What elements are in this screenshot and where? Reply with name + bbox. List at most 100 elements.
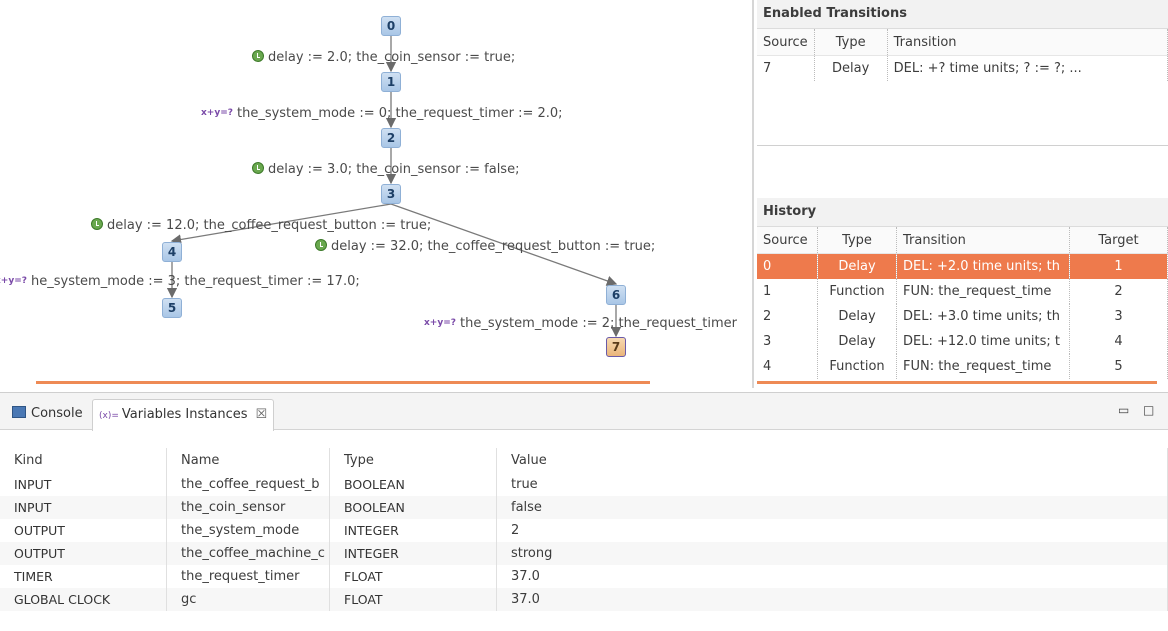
clock-icon [91, 218, 103, 230]
history-row[interactable]: 0 Delay DEL: +2.0 time units; th 1 [757, 253, 1168, 279]
cell-name: the_system_mode [166, 519, 330, 542]
clock-icon [252, 162, 264, 174]
history-panel: History Source Type Transition Target 0D… [757, 198, 1168, 379]
cell-target: 3 [1069, 304, 1168, 329]
history-row[interactable]: 4 Function FUN: the_request_time 5 [757, 354, 1168, 379]
cell-kind: OUTPUT [0, 519, 167, 542]
variables-icon: (x)= [99, 411, 119, 421]
function-icon: x+y=? [201, 108, 233, 118]
cell-name: the_coin_sensor [166, 496, 330, 519]
variables-table: Kind Name Type Value INPUT the_coffee_req… [0, 448, 1168, 611]
cell-source: 7 [757, 55, 815, 81]
edge-label-text: the_system_mode := 0; the_request_timer … [236, 106, 563, 121]
state-node[interactable]: 3 [381, 184, 401, 204]
cell-name: the_coffee_request_b [166, 473, 330, 496]
history-row[interactable]: 2 Delay DEL: +3.0 time units; th 3 [757, 304, 1168, 329]
current-state-node[interactable]: 7 [606, 337, 626, 357]
variable-row[interactable]: INPUT the_coffee_request_b BOOLEAN true [0, 473, 1168, 496]
cell-target: 5 [1069, 354, 1168, 379]
cell-transition: FUN: the_request_time [896, 354, 1070, 379]
state-node[interactable]: 2 [381, 128, 401, 148]
cell-type: Delay [817, 253, 897, 279]
cell-kind: OUTPUT [0, 542, 167, 565]
cell-type: Function [817, 354, 897, 379]
edge-label-text: the_system_mode := 2; the_request_timer [459, 316, 737, 331]
variable-row[interactable]: OUTPUT the_coffee_machine_c INTEGER strong [0, 542, 1168, 565]
cell-transition: DEL: +2.0 time units; th [896, 253, 1070, 279]
cell-kind: TIMER [0, 565, 167, 588]
tab-console[interactable]: Console [6, 399, 89, 429]
column-target[interactable]: Target [1069, 227, 1168, 254]
edge-label[interactable]: x+y=? the_system_mode := 0; the_request_t… [201, 105, 563, 122]
edge-label[interactable]: x+y=? the_system_mode := 2; the_request_t… [424, 315, 737, 332]
state-node[interactable]: 1 [381, 72, 401, 92]
maximize-icon[interactable]: □ [1143, 403, 1154, 417]
cell-type: FLOAT [329, 565, 497, 588]
edge-label[interactable]: delay := 12.0; the_coffee_request_button… [91, 218, 431, 234]
minimize-icon[interactable]: ▭ [1118, 403, 1129, 417]
column-transition[interactable]: Transition [896, 227, 1070, 254]
variable-row[interactable]: INPUT the_coin_sensor BOOLEAN false [0, 496, 1168, 519]
edge-label-text: delay := 3.0; the_coin_sensor := false; [268, 162, 520, 177]
history-scroll-indicator [757, 381, 1157, 384]
cell-value: 37.0 [496, 565, 1168, 588]
state-node[interactable]: 0 [381, 16, 401, 36]
cell-source: 3 [757, 329, 818, 354]
cell-value: strong [496, 542, 1168, 565]
cell-name: the_request_timer [166, 565, 330, 588]
state-node[interactable]: 5 [162, 298, 182, 318]
cell-source: 2 [757, 304, 818, 329]
history-row[interactable]: 1 Function FUN: the_request_time 2 [757, 279, 1168, 304]
variables-view: Console (x)= Variables Instances ☒ ▭ □ Kin… [0, 392, 1168, 631]
graph-scroll-indicator [36, 381, 650, 384]
column-type[interactable]: Type [814, 29, 888, 56]
history-row[interactable]: 3 Delay DEL: +12.0 time units; t4 [757, 329, 1168, 354]
variable-row[interactable]: TIMER the_request_timer FLOAT 37.0 [0, 565, 1168, 588]
cell-type: BOOLEAN [329, 473, 497, 496]
vertical-splitter[interactable] [752, 0, 754, 388]
cell-name: the_coffee_machine_c [166, 542, 330, 565]
enabled-transitions-table: Source Type Transition 7 Delay DEL: +? tim… [757, 29, 1168, 81]
edge-label-text: delay := 2.0; the_coin_sensor := true; [268, 50, 516, 65]
column-kind[interactable]: Kind [0, 448, 167, 473]
cell-source: 1 [757, 279, 818, 304]
cell-type: Delay [817, 329, 897, 354]
column-source[interactable]: Source [757, 227, 818, 254]
cell-transition: FUN: the_request_time [896, 279, 1070, 304]
edge-label[interactable]: delay := 3.0; the_coin_sensor := false; [252, 162, 519, 178]
close-icon[interactable]: ☒ [256, 407, 268, 422]
state-graph-view[interactable]: 0 1 2 3 4 5 6 7 delay := 2.0; the_coin_sensor :… [0, 0, 752, 388]
tab-variables-instances[interactable]: (x)= Variables Instances ☒ [92, 399, 275, 431]
enabled-transition-row[interactable]: 7 Delay DEL: +? time units; ? := ?; ... [757, 55, 1168, 81]
cell-value: 37.0 [496, 588, 1168, 611]
column-value[interactable]: Value [496, 448, 1168, 473]
cell-type: BOOLEAN [329, 496, 497, 519]
edge-label-text: delay := 32.0; the_coffee_request_button… [331, 239, 656, 254]
edge-label-text: he_system_mode := 3; the_request_timer :… [30, 274, 360, 289]
variable-row[interactable]: OUTPUT the_system_mode INTEGER 2 [0, 519, 1168, 542]
state-node[interactable]: 6 [606, 285, 626, 305]
state-node[interactable]: 4 [162, 242, 182, 262]
cell-source: 0 [757, 253, 818, 279]
function-icon: x+y=? [424, 318, 456, 328]
cell-target: 4 [1069, 329, 1168, 354]
column-name[interactable]: Name [166, 448, 330, 473]
edge-label[interactable]: delay := 32.0; the_coffee_request_button… [315, 239, 655, 255]
cell-kind: INPUT [0, 496, 167, 519]
clock-icon [252, 50, 264, 62]
column-source[interactable]: Source [757, 29, 815, 56]
column-transition[interactable]: Transition [887, 29, 1168, 56]
cell-value: false [496, 496, 1168, 519]
cell-type: Function [817, 279, 897, 304]
cell-transition: DEL: +12.0 time units; t [896, 329, 1070, 354]
edge-label[interactable]: delay := 2.0; the_coin_sensor := true; [252, 50, 515, 66]
cell-source: 4 [757, 354, 818, 379]
variable-row[interactable]: GLOBAL CLOCK gc FLOAT 37.0 [0, 588, 1168, 611]
column-type[interactable]: Type [329, 448, 497, 473]
cell-value: 2 [496, 519, 1168, 542]
edge-label-text: delay := 12.0; the_coffee_request_button… [107, 218, 432, 233]
cell-transition: DEL: +? time units; ? := ?; ... [887, 55, 1168, 81]
column-type[interactable]: Type [817, 227, 897, 254]
edge-label[interactable]: x+y=?he_system_mode := 3; the_request_ti… [0, 273, 360, 290]
history-table: Source Type Transition Target 0 Delay DEL:… [757, 227, 1168, 379]
